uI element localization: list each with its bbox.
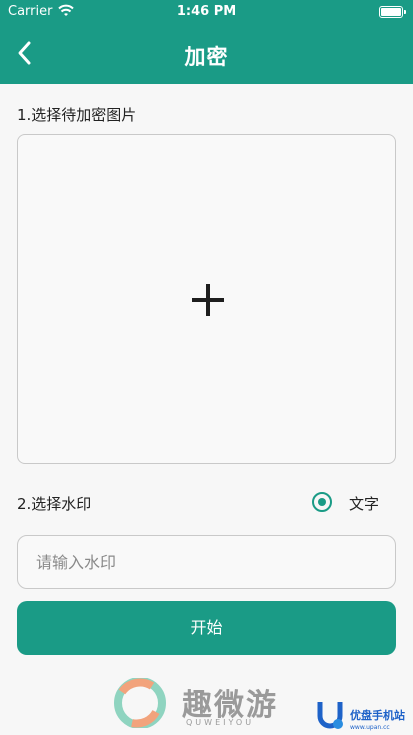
image-picker[interactable] <box>17 134 396 464</box>
text-watermark-radio[interactable] <box>312 492 332 512</box>
quweiyou-watermark-sub: QUWEIYOU <box>186 718 255 727</box>
battery-level <box>381 8 401 16</box>
quweiyou-logo-icon <box>114 678 166 728</box>
page-title: 加密 <box>184 45 229 69</box>
select-image-label: 1.选择待加密图片 <box>17 106 137 124</box>
radio-selected-dot <box>318 498 326 506</box>
watermark-input[interactable] <box>17 535 396 589</box>
upan-logo-icon <box>317 702 343 729</box>
select-watermark-label: 2.选择水印 <box>17 495 92 513</box>
upan-watermark-text: 优盘手机站 <box>350 709 405 722</box>
plus-icon <box>192 284 224 316</box>
upan-watermark-url: www.upan.cc <box>350 724 390 731</box>
clock: 1:46 PM <box>176 4 237 19</box>
battery-icon <box>379 6 406 18</box>
status-bar: Carrier 1:46 PM <box>0 0 413 24</box>
nav-bar: Carrier 1:46 PM 加密 <box>0 0 413 84</box>
start-button[interactable]: 开始 <box>17 601 396 655</box>
text-watermark-label[interactable]: 文字 <box>349 493 379 514</box>
